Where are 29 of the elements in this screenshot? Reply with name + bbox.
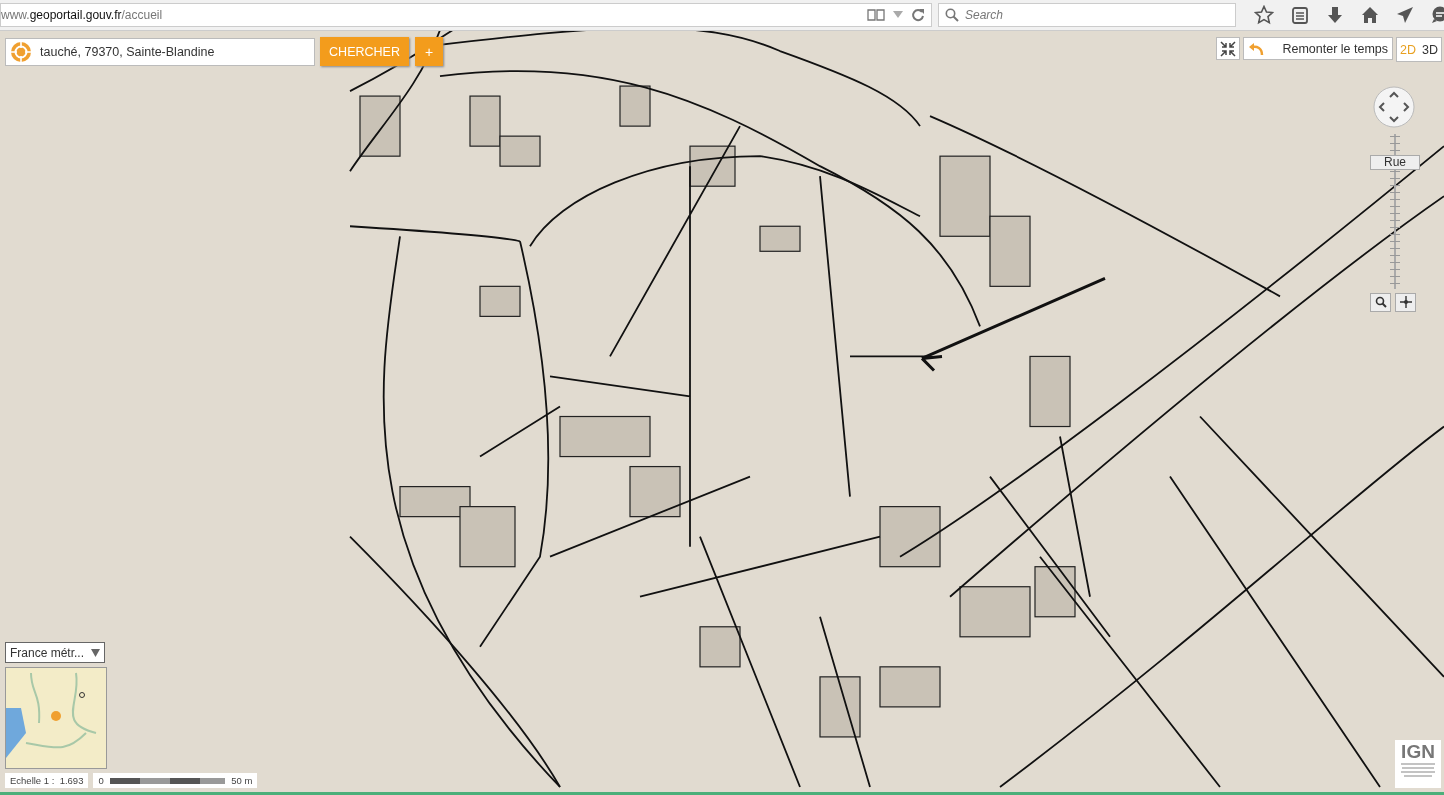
zoom-handle[interactable]: Rue (1370, 155, 1420, 170)
time-travel-button[interactable]: Remonter le temps (1243, 37, 1394, 60)
caret-icon (91, 648, 100, 657)
territory-dropdown[interactable]: France métr... (5, 642, 105, 663)
target-icon (10, 41, 32, 63)
collapse-icon[interactable] (1216, 37, 1241, 60)
url-text: www.geoportail.gouv.fr/accueil (1, 8, 164, 22)
zoom-slider[interactable]: Rue (1370, 134, 1420, 289)
download-icon[interactable] (1326, 6, 1344, 24)
search-field[interactable]: Search (938, 3, 1236, 27)
undo-arrow-icon (1248, 41, 1265, 56)
cadastral-map-drawing[interactable] (0, 31, 1444, 792)
ign-logo: IGN (1395, 740, 1441, 788)
view-mode-tab[interactable]: 3D (1419, 38, 1441, 61)
search-icon (945, 8, 959, 22)
reload-icon[interactable] (911, 8, 925, 22)
address-bar[interactable]: www.geoportail.gouv.fr/accueil (0, 3, 932, 27)
home-icon[interactable] (1361, 6, 1379, 24)
center-icon[interactable] (1395, 293, 1416, 312)
star-icon[interactable] (1254, 5, 1274, 25)
scale-bar: 0 50 m (93, 773, 258, 788)
clipboard-icon[interactable] (1291, 6, 1309, 24)
chat-icon[interactable] (1431, 6, 1444, 24)
send-icon[interactable] (1396, 6, 1414, 24)
reader-view-icon[interactable] (867, 8, 885, 22)
scale-ratio: Echelle 1 : 1.693 (5, 773, 89, 788)
zoom-box-icon[interactable] (1370, 293, 1391, 312)
place-search-field[interactable]: tauché, 79370, Sainte-Blandine (5, 38, 315, 66)
pan-control[interactable] (1373, 86, 1415, 128)
